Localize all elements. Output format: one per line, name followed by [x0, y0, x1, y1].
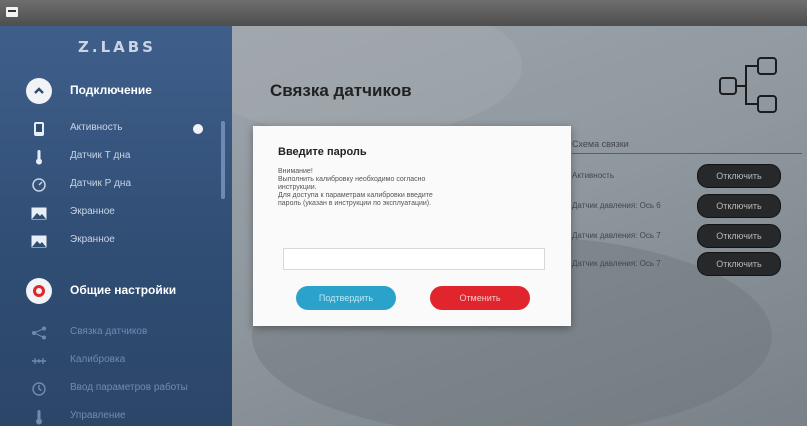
sidebar-item-sensor-link[interactable]: Связка датчиков	[0, 320, 232, 346]
gauge-icon	[30, 176, 48, 194]
cancel-button[interactable]: Отменить	[430, 286, 530, 310]
share-icon	[30, 324, 48, 342]
image-icon	[30, 232, 48, 250]
target-icon	[26, 278, 52, 304]
sidebar-item-calibration[interactable]: Калибровка	[0, 348, 232, 374]
sidebar-item-label: Калибровка	[70, 354, 126, 365]
clock-icon	[30, 380, 48, 398]
sidebar-item-label: Активность	[70, 122, 123, 133]
dialog-message: Внимание! Выполнить калибровку необходим…	[278, 168, 548, 208]
sidebar-scrollbar[interactable]	[221, 121, 225, 199]
chevron-up-icon	[26, 78, 52, 104]
sidebar-item-label: Связка датчиков	[70, 326, 148, 337]
dialog-message-line: Внимание!	[278, 168, 313, 175]
dialog-title: Введите пароль	[278, 146, 367, 158]
sidebar-item-label: Управление	[70, 410, 126, 421]
active-indicator	[193, 124, 203, 134]
sidebar-item-temp-sensor[interactable]: Датчик Т дна	[0, 144, 232, 170]
sidebar-item-label: Датчик Т дна	[70, 150, 131, 161]
dialog-message-line: Выполнить калибровку необходимо согласно	[278, 176, 426, 183]
sidebar-item-work-params[interactable]: Ввод параметров работы	[0, 376, 232, 402]
sidebar-item-activity[interactable]: Активность	[0, 116, 232, 142]
calibration-icon	[30, 352, 48, 370]
sidebar: Z.LABS Подключение Активность Датчик Т д…	[0, 26, 232, 426]
window-menu-icon[interactable]	[6, 7, 18, 17]
thermometer-icon	[30, 408, 48, 426]
sidebar-item-label: Экранное	[70, 234, 115, 245]
device-icon	[30, 120, 48, 138]
dialog-message-line: Для доступа к параметрам калибровки введ…	[278, 192, 433, 199]
sidebar-item-control[interactable]: Управление	[0, 404, 232, 426]
password-dialog: Введите пароль Внимание! Выполнить калиб…	[253, 126, 571, 326]
app-logo: Z.LABS	[78, 38, 156, 56]
dialog-message-line: инструкции.	[278, 184, 317, 191]
sidebar-section-general[interactable]: Общие настройки	[0, 274, 232, 308]
sidebar-section-connect[interactable]: Подключение	[0, 74, 232, 108]
sidebar-item-pressure-sensor[interactable]: Датчик Р дна	[0, 172, 232, 198]
sidebar-item-screen-1[interactable]: Экранное	[0, 200, 232, 226]
confirm-button[interactable]: Подтвердить	[296, 286, 396, 310]
dialog-message-line: пароль (указан в инструкции по эксплуата…	[278, 200, 432, 207]
sidebar-item-label: Экранное	[70, 206, 115, 217]
sidebar-item-screen-2[interactable]: Экранное	[0, 228, 232, 254]
image-icon	[30, 204, 48, 222]
thermometer-icon	[30, 148, 48, 166]
sidebar-section-title: Общие настройки	[70, 283, 177, 297]
window-titlebar	[0, 0, 807, 26]
sidebar-section-title: Подключение	[70, 83, 152, 97]
sidebar-item-label: Датчик Р дна	[70, 178, 132, 189]
sidebar-item-label: Ввод параметров работы	[70, 382, 188, 393]
password-input[interactable]	[283, 248, 545, 270]
